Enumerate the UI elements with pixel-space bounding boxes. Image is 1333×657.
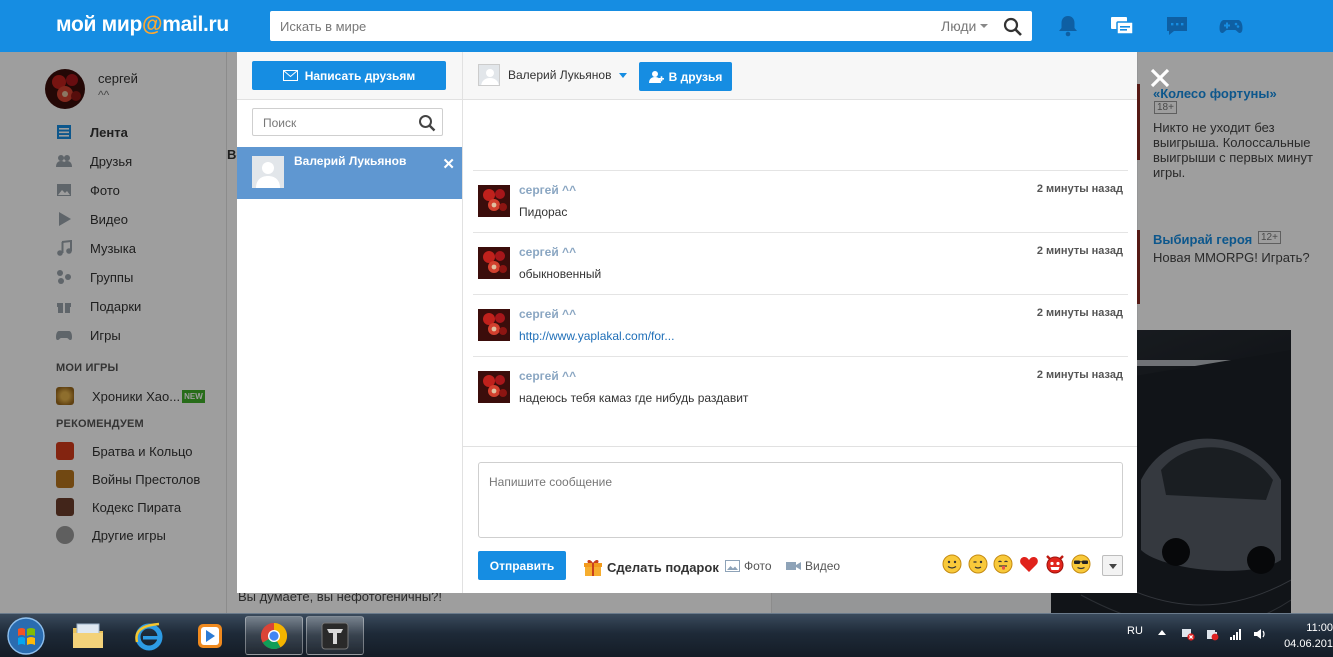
send-gift-button[interactable]: Сделать подарок xyxy=(583,557,719,577)
smile-emoji-icon[interactable] xyxy=(942,554,962,574)
message-link[interactable]: http://www.yaplakal.com/for... xyxy=(519,329,674,343)
avatar[interactable] xyxy=(478,247,510,279)
keyboard-language[interactable]: RU xyxy=(1127,625,1143,637)
attach-video-button[interactable]: Видео xyxy=(786,559,840,573)
chat-icon[interactable] xyxy=(1109,13,1135,39)
top-bar: мой мир@mail.ru Искать в мире Люди xyxy=(0,0,1333,52)
tray-expand-icon[interactable] xyxy=(1158,630,1166,635)
write-friends-label: Написать друзьям xyxy=(304,68,416,83)
close-icon[interactable] xyxy=(1149,67,1171,89)
close-dialog-icon[interactable]: ✕ xyxy=(442,155,455,173)
attach-photo-button[interactable]: Фото xyxy=(725,559,772,573)
search-input[interactable]: Искать в мире xyxy=(280,19,366,34)
dialog-item-active[interactable]: Валерий Лукьянов ✕ xyxy=(237,147,462,199)
emoji-more-dropdown[interactable] xyxy=(1102,555,1123,576)
media-player-icon xyxy=(198,623,222,648)
windows-start-icon[interactable] xyxy=(4,616,48,656)
search-scope-select[interactable]: Люди xyxy=(941,18,976,34)
search-icon[interactable] xyxy=(418,114,436,132)
add-user-icon xyxy=(648,70,664,83)
envelope-icon xyxy=(282,70,298,81)
clock-date: 04.06.201 xyxy=(1284,638,1333,650)
message-item: сергей ^^ 2 минуты назад надеюсь тебя ка… xyxy=(473,356,1128,418)
world-of-tanks-icon xyxy=(321,622,349,649)
add-friend-label: В друзья xyxy=(668,69,723,84)
message-input-placeholder: Напишите сообщение xyxy=(489,475,613,489)
message-item: сергей ^^ 2 минуты назад обыкновенный xyxy=(473,232,1128,294)
message-input[interactable]: Напишите сообщение xyxy=(478,462,1123,538)
divider xyxy=(463,446,1137,447)
message-author[interactable]: сергей ^^ xyxy=(519,307,576,321)
taskbar-media-player[interactable] xyxy=(181,616,239,655)
devil-emoji-icon[interactable] xyxy=(1045,554,1065,574)
message-text: обыкновенный xyxy=(519,267,602,281)
gamepad-icon[interactable] xyxy=(1218,13,1244,39)
avatar[interactable] xyxy=(478,371,510,403)
message-item: сергей ^^ 2 минуты назад Пидорас xyxy=(473,170,1128,232)
taskbar-world-of-tanks[interactable] xyxy=(306,616,364,655)
default-avatar-icon xyxy=(252,156,284,188)
taskbar-explorer[interactable] xyxy=(59,616,117,655)
video-camera-icon xyxy=(786,562,801,570)
sunglasses-emoji-icon[interactable] xyxy=(1071,554,1091,574)
peer-name[interactable]: Валерий Лукьянов xyxy=(508,68,611,82)
avatar[interactable] xyxy=(478,185,510,217)
site-logo[interactable]: мой мир@mail.ru xyxy=(56,13,229,37)
chevron-down-icon[interactable] xyxy=(619,73,627,78)
gift-icon xyxy=(584,559,602,576)
tongue-emoji-icon[interactable] xyxy=(993,554,1013,574)
taskbar-ie[interactable] xyxy=(120,616,178,655)
dialog-contact-name: Валерий Лукьянов xyxy=(294,154,407,168)
volume-icon[interactable] xyxy=(1253,627,1267,641)
default-avatar-icon xyxy=(478,64,500,86)
send-label: Отправить xyxy=(489,558,555,573)
send-button[interactable]: Отправить xyxy=(478,551,566,580)
messages-icon[interactable] xyxy=(1164,13,1190,39)
write-friends-button[interactable]: Написать друзьям xyxy=(252,61,446,90)
message-time: 2 минуты назад xyxy=(1036,307,1123,319)
bell-icon[interactable] xyxy=(1055,13,1081,39)
message-time: 2 минуты назад xyxy=(1036,245,1123,257)
logo-at: @ xyxy=(142,13,163,36)
message-text: надеюсь тебя камаз где нибудь раздавит xyxy=(519,391,749,405)
dialog-search-input[interactable]: Поиск xyxy=(252,108,443,136)
logo-domain: mail.ru xyxy=(162,13,229,36)
signal-icon[interactable] xyxy=(1229,627,1243,641)
message-time: 2 минуты назад xyxy=(1036,183,1123,195)
photo-icon xyxy=(725,560,740,572)
clock-time: 11:00 xyxy=(1306,622,1333,634)
dialog-search-placeholder: Поиск xyxy=(263,116,297,130)
message-item: сергей ^^ 2 минуты назад http://www.yapl… xyxy=(473,294,1128,356)
global-search[interactable]: Искать в мире Люди xyxy=(270,11,1032,41)
chevron-down-icon xyxy=(980,24,988,28)
explorer-icon xyxy=(73,623,103,648)
chat-modal: Написать друзьям Поиск Валерий Лукьянов … xyxy=(237,52,1137,593)
chrome-icon xyxy=(260,622,288,649)
avatar[interactable] xyxy=(478,309,510,341)
message-author[interactable]: сергей ^^ xyxy=(519,183,576,197)
photo-label: Фото xyxy=(744,559,772,573)
system-clock[interactable]: 11:00 04.06.201 xyxy=(1284,620,1333,652)
os-taskbar: RU 11:00 04.06.201 xyxy=(0,613,1333,657)
chat-header: Валерий Лукьянов В друзья xyxy=(463,52,1137,100)
wink-emoji-icon[interactable] xyxy=(968,554,988,574)
dialog-list: Написать друзьям Поиск Валерий Лукьянов … xyxy=(237,52,463,593)
message-text: Пидорас xyxy=(519,205,568,219)
heart-emoji-icon[interactable] xyxy=(1019,554,1039,574)
video-label: Видео xyxy=(805,559,841,573)
message-author[interactable]: сергей ^^ xyxy=(519,245,576,259)
logo-text: мой мир xyxy=(56,13,143,36)
taskbar-chrome[interactable] xyxy=(245,616,303,655)
add-friend-button[interactable]: В друзья xyxy=(639,62,732,91)
ie-icon xyxy=(135,622,163,650)
power-icon[interactable] xyxy=(1205,627,1219,641)
message-author[interactable]: сергей ^^ xyxy=(519,369,576,383)
message-time: 2 минуты назад xyxy=(1036,369,1123,381)
network-error-icon[interactable] xyxy=(1181,627,1195,641)
gift-label: Сделать подарок xyxy=(607,559,719,575)
search-icon[interactable] xyxy=(1003,17,1023,37)
